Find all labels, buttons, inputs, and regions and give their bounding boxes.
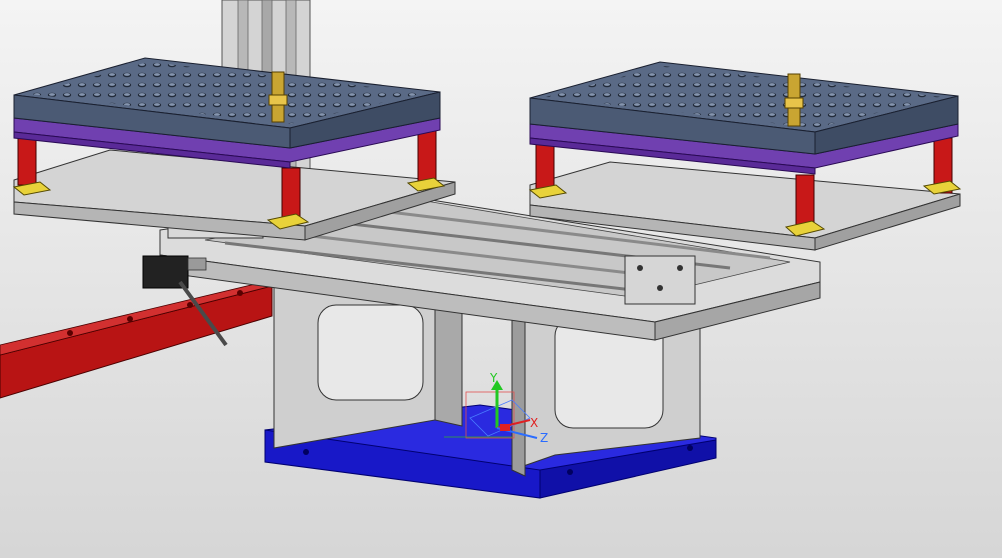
left-locating-pin (268, 71, 288, 123)
model-canvas[interactable]: Y X Z (0, 0, 1002, 558)
right-locating-pin (784, 73, 804, 127)
cad-3d-viewport[interactable]: Y X Z (0, 0, 1002, 558)
z-axis-label: Z (540, 431, 548, 445)
y-axis-label: Y (489, 371, 498, 385)
x-axis-label: X (530, 416, 538, 430)
